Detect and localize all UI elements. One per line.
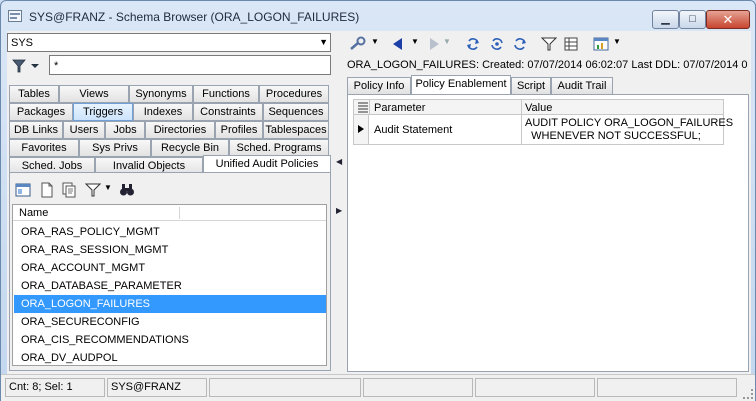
column-header-parameter[interactable]: Parameter [374, 102, 425, 114]
filter-dropdown-arrow-icon[interactable]: ▼ [104, 183, 112, 192]
refresh-all-icon[interactable] [489, 36, 505, 52]
collapse-left-icon[interactable]: ◀ [336, 157, 342, 166]
tab-tablespaces[interactable]: Tablespaces [263, 121, 329, 139]
list-header[interactable]: Name [13, 205, 326, 221]
tab-script[interactable]: Script [511, 77, 551, 95]
filter-icon[interactable] [85, 182, 101, 198]
collapse-right-icon[interactable]: ▶ [336, 206, 342, 215]
chart-dropdown-arrow-icon[interactable]: ▼ [613, 37, 621, 46]
list-item[interactable]: ORA_ACCOUNT_MGMT [14, 259, 326, 277]
tab-favorites[interactable]: Favorites [9, 139, 79, 157]
tab-views[interactable]: Views [59, 85, 129, 103]
policies-list[interactable]: Name ORA_RAS_POLICY_MGMT ORA_RAS_SESSION_… [12, 204, 327, 366]
tab-sys-privs[interactable]: Sys Privs [79, 139, 151, 157]
column-divider [521, 100, 522, 115]
window-title: SYS@FRANZ - Schema Browser (ORA_LOGON_FA… [29, 10, 360, 24]
list-item[interactable]: ORA_CIS_RECOMMENDATIONS [14, 331, 326, 349]
back-arrow-icon[interactable] [391, 36, 407, 52]
chevron-down-icon: ▼ [319, 37, 328, 47]
tab-jobs[interactable]: Jobs [105, 121, 145, 139]
schema-dropdown[interactable]: SYS ▼ [7, 33, 331, 52]
parameter-cell[interactable]: Audit Statement [374, 124, 452, 136]
tab-packages[interactable]: Packages [9, 103, 73, 121]
tab-profiles[interactable]: Profiles [215, 121, 263, 139]
tab-synonyms[interactable]: Synonyms [129, 85, 193, 103]
value-cell[interactable]: AUDIT POLICY ORA_LOGON_FAILURES WHENEVER… [525, 117, 733, 143]
tab-db-links[interactable]: DB Links [9, 121, 63, 139]
tab-policy-enablement[interactable]: Policy Enablement [411, 75, 511, 95]
left-toolbar: ▼ [11, 179, 151, 201]
back-dropdown-arrow-icon[interactable]: ▼ [411, 37, 419, 46]
column-divider [179, 207, 180, 219]
chart-icon[interactable] [593, 36, 609, 52]
filter-icon[interactable] [11, 58, 43, 74]
table-row[interactable]: Audit Statement AUDIT POLICY ORA_LOGON_F… [353, 115, 733, 145]
tab-policy-info[interactable]: Policy Info [347, 77, 411, 95]
filter-value: * [54, 60, 59, 72]
binoculars-icon[interactable] [119, 182, 135, 198]
tab-directories[interactable]: Directories [145, 121, 215, 139]
tab-users[interactable]: Users [63, 121, 105, 139]
maximize-icon: □ [689, 13, 696, 25]
list-item[interactable]: ORA_RAS_SESSION_MGMT [14, 241, 326, 259]
schema-browser-window: SYS@FRANZ - Schema Browser (ORA_LOGON_FA… [0, 0, 756, 401]
column-header-name[interactable]: Name [19, 207, 48, 219]
tab-sequences[interactable]: Sequences [263, 103, 329, 121]
status-panel-empty [209, 378, 361, 397]
grid-options-icon[interactable] [357, 102, 369, 113]
close-icon: ✕ [722, 12, 734, 27]
status-bar: Cnt: 8; Sel: 1 SYS@FRANZ [1, 374, 755, 401]
policy-enablement-panel: Parameter Value Audit Statement AUDIT PO… [347, 94, 749, 372]
client-area: SYS ▼ * Tables Views Synonyms Functions … [7, 31, 751, 374]
list-item[interactable]: ORA_SECURECONFIG [14, 313, 326, 331]
object-filter-input[interactable]: * [49, 55, 331, 75]
tab-indexes[interactable]: Indexes [133, 103, 193, 121]
tab-procedures[interactable]: Procedures [259, 85, 329, 103]
filter-icon[interactable] [541, 36, 557, 52]
details-grid-icon[interactable] [563, 36, 579, 52]
resize-grip-icon[interactable] [743, 389, 753, 399]
status-panel-empty [597, 378, 737, 397]
wrench-dropdown-arrow-icon[interactable]: ▼ [371, 37, 379, 46]
tab-triggers[interactable]: Triggers [73, 103, 133, 121]
tab-constraints[interactable]: Constraints [193, 103, 263, 121]
list-item[interactable]: ORA_DV_AUDPOL [14, 349, 326, 365]
forward-arrow-icon[interactable] [425, 36, 441, 52]
app-window-icon [8, 10, 22, 22]
list-item[interactable]: ORA_DATABASE_PARAMETER [14, 277, 326, 295]
tab-tables[interactable]: Tables [9, 85, 59, 103]
row-indicator-icon [354, 115, 369, 144]
refresh-selected-icon[interactable] [512, 36, 528, 52]
close-button[interactable]: ✕ [706, 10, 750, 29]
column-header-value[interactable]: Value [525, 102, 552, 114]
window-icon[interactable] [15, 182, 31, 198]
refresh-icon[interactable] [465, 36, 481, 52]
maximize-button[interactable]: □ [679, 10, 706, 29]
grid-header: Parameter Value [353, 99, 724, 115]
object-info-line: ORA_LOGON_FAILURES: Created: 07/07/2014 … [347, 59, 748, 71]
status-connection: SYS@FRANZ [107, 378, 207, 397]
status-panel-empty [363, 378, 473, 397]
right-toolbar: ▼ ▼ ▼ ▼ [347, 33, 747, 55]
pane-splitter[interactable]: ◀ ▶ [335, 31, 343, 374]
forward-dropdown-arrow-icon[interactable]: ▼ [443, 37, 451, 46]
minimize-icon: ▁ [661, 13, 670, 25]
parameters-grid[interactable]: Parameter Value Audit Statement AUDIT PO… [353, 99, 733, 151]
new-document-icon[interactable] [39, 182, 55, 198]
tab-functions[interactable]: Functions [193, 85, 259, 103]
list-item[interactable]: ORA_LOGON_FAILURES [14, 295, 326, 313]
minimize-button[interactable]: ▁ [652, 10, 679, 29]
list-item[interactable]: ORA_RAS_POLICY_MGMT [14, 223, 326, 241]
column-divider [521, 115, 522, 144]
tab-audit-trail[interactable]: Audit Trail [551, 77, 613, 95]
status-count: Cnt: 8; Sel: 1 [5, 378, 105, 397]
column-divider [369, 100, 370, 115]
status-panel-empty [475, 378, 595, 397]
title-bar[interactable]: SYS@FRANZ - Schema Browser (ORA_LOGON_FA… [1, 1, 755, 31]
wrench-icon[interactable] [349, 36, 369, 52]
copy-script-icon[interactable] [61, 182, 77, 198]
schema-value: SYS [11, 37, 34, 49]
